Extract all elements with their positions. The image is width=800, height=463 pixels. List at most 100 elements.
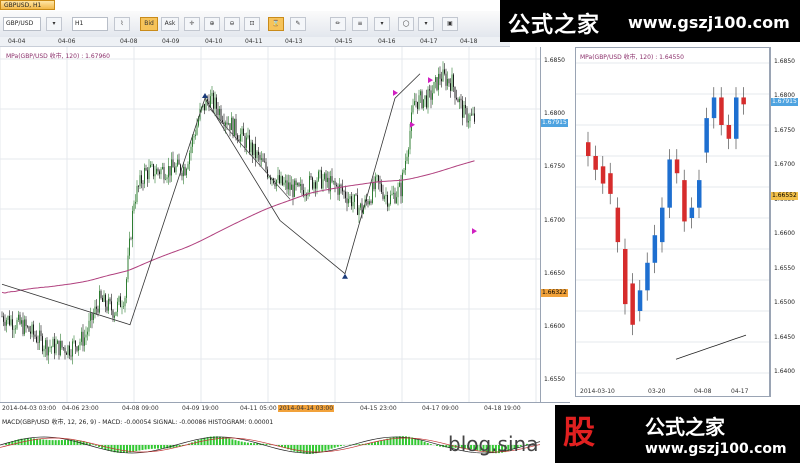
candle-body [472, 113, 474, 115]
macd-histogram-bar [231, 439, 234, 445]
macd-histogram-bar [141, 445, 144, 450]
tools-button[interactable]: ✎ [290, 17, 306, 31]
candle-body [148, 167, 150, 180]
price-tick-label: 1.6550 [544, 376, 565, 383]
date-strip-label: 04-16 [378, 38, 396, 45]
candle-body [279, 175, 280, 184]
macd-histogram-bar [73, 439, 76, 445]
daily-candle-body [704, 118, 709, 153]
zoom-out-button[interactable]: ⊖ [224, 17, 240, 31]
candle-body [58, 340, 60, 356]
candle-body [268, 177, 270, 178]
date-strip-label: 04-15 [335, 38, 353, 45]
daily-price-axis[interactable]: 1.68501.68001.67501.67001.66501.66001.65… [770, 47, 800, 397]
candle-body [214, 97, 216, 109]
wave-marker [342, 273, 348, 279]
candle-body [114, 315, 115, 318]
candle-body [298, 183, 300, 187]
macd-histogram-bar [265, 443, 268, 445]
macd-histogram-bar [91, 444, 94, 445]
daily-price-tick-label: 1.6500 [774, 299, 795, 307]
macd-histogram-bar [144, 445, 147, 450]
candle-body [451, 74, 453, 91]
candle-body [172, 159, 174, 168]
crosshair-button[interactable]: ✛ [184, 17, 200, 31]
candle-body [324, 173, 325, 180]
daily-price-chart[interactable]: MPa(GBP/USD 收市, 120) : 1.64550 2014-03-10… [575, 47, 770, 397]
date-strip-label: 04-08 [120, 38, 138, 45]
candle-body [325, 173, 327, 183]
daily-candle-body [697, 180, 702, 208]
candle-body [235, 118, 237, 136]
date-strip: 04-04 04-06 04-08 04-09 04-10 04-11 04-13 04-15… [0, 37, 510, 47]
candle-body [82, 331, 84, 346]
candle-body [228, 123, 229, 125]
candle-body [376, 175, 378, 177]
shapes-menu-button[interactable]: ▾ [418, 17, 434, 31]
candle-body [102, 297, 103, 302]
candle-body [12, 319, 13, 330]
candle-body [133, 203, 135, 211]
candle-body [96, 306, 97, 309]
candle-body [289, 182, 291, 190]
daily-price-tick-label: 1.6550 [774, 264, 795, 272]
daily-price-tick-label: 1.6600 [774, 230, 795, 238]
current-price-tag: 1.67915 [541, 119, 568, 128]
candle-body [57, 340, 58, 344]
signal-marker [428, 77, 433, 84]
candle-body [40, 330, 42, 337]
signal-marker [393, 89, 398, 96]
daily-candle-body [719, 97, 724, 125]
macd-histogram-bar [95, 445, 97, 446]
candle-body [109, 298, 111, 302]
daily-ma-price-tag: 1.66552 [771, 192, 798, 201]
period-select[interactable]: H1 [72, 17, 108, 31]
candle-body [420, 91, 421, 96]
ask-button[interactable]: Ask [161, 17, 179, 31]
candle-body [447, 78, 448, 86]
shapes-button[interactable]: ◯ [398, 17, 414, 31]
lines-menu-button[interactable]: ▾ [374, 17, 390, 31]
candle-body [417, 101, 418, 109]
price-tick-label: 1.6850 [544, 57, 565, 64]
daily-ma-line [675, 334, 747, 360]
zoom-fit-button[interactable]: ⊡ [244, 17, 260, 31]
candle-body [1, 316, 3, 317]
symbol-menu-button[interactable]: ▾ [46, 17, 62, 31]
candle-body [126, 279, 127, 298]
cursor-button[interactable]: ⌛ [268, 17, 284, 31]
candle-body [79, 341, 81, 346]
macd-histogram-bar [426, 442, 429, 445]
candle-body [412, 105, 414, 113]
line-chart-button[interactable]: ⌇ [114, 17, 130, 31]
bid-button[interactable]: Bid [140, 17, 158, 31]
candle-body [67, 345, 69, 355]
time-tick-label: 04-09 19:00 [182, 405, 219, 412]
candle-body [157, 168, 159, 172]
candle-body [234, 118, 235, 136]
price-tick-label: 1.6800 [544, 110, 565, 118]
main-price-axis[interactable]: 1.6850 1.6800 1.6750 1.6700 1.6650 1.6600 1.65… [540, 47, 571, 402]
candle-body [154, 174, 156, 177]
properties-button[interactable]: ▣ [442, 17, 458, 31]
zoom-in-button[interactable]: ⊕ [204, 17, 220, 31]
macd-histogram-bar [101, 445, 104, 449]
candle-body [469, 114, 471, 121]
main-price-chart[interactable]: MPa(GBP/USD 收市, 120) : 1.67960 [0, 47, 540, 402]
date-strip-label: 04-09 [162, 38, 180, 45]
lines-button[interactable]: ≡ [352, 17, 368, 31]
candle-body [429, 89, 430, 91]
macd-histogram-bar [436, 445, 438, 446]
candle-body [72, 341, 73, 357]
macd-histogram-bar [135, 445, 138, 452]
candle-body [127, 255, 129, 280]
candle-body [439, 73, 441, 79]
symbol-select[interactable]: GBP/USD [3, 17, 41, 31]
chart-tab[interactable]: GBPUSD, H1 [0, 0, 55, 10]
site-name: 公式之家 [508, 12, 601, 38]
candle-body [313, 182, 315, 189]
candle-body [42, 336, 43, 352]
crosshair-icon: ✛ [189, 20, 195, 27]
draw-button[interactable]: ✏ [330, 17, 346, 31]
main-time-axis[interactable]: 2014-04-03 03:00 04-06 23:00 04-08 09:00 04… [0, 402, 570, 415]
